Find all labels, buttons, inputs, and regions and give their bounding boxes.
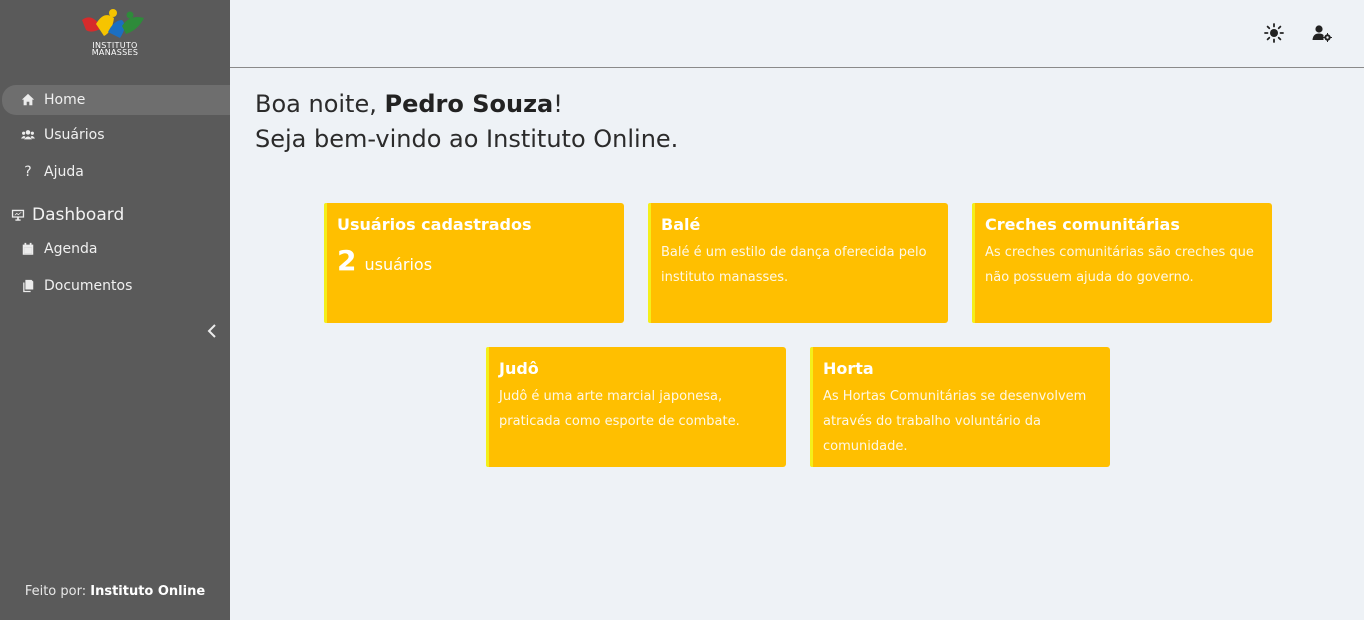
top-bar	[230, 0, 1364, 68]
card-registered-users[interactable]: Usuários cadastrados 2 usuários	[324, 203, 624, 323]
user-count-unit: usuários	[364, 255, 433, 274]
sidebar-item-documents[interactable]: Documentos	[2, 271, 230, 301]
documents-icon	[20, 278, 36, 294]
user-count-value: 2	[337, 244, 357, 277]
card-title: Creches comunitárias	[985, 215, 1180, 234]
card-daycare[interactable]: Creches comunitárias As creches comunitá…	[972, 203, 1272, 323]
welcome-line: Seja bem-vindo ao Instituto Online.	[255, 125, 679, 153]
sidebar: INSTITUTO MANASSES Home Usuários ? Ajuda…	[0, 0, 230, 620]
collapse-sidebar-button[interactable]	[202, 320, 222, 342]
sidebar-footer: Feito por: Instituto Online	[0, 584, 230, 599]
greeting-prefix: Boa noite,	[255, 90, 385, 118]
user-name: Pedro Souza	[384, 90, 554, 118]
sidebar-item-label: Ajuda	[44, 164, 84, 180]
sidebar-section-dashboard: Dashboard	[10, 205, 124, 225]
footer-brand[interactable]: Instituto Online	[90, 584, 205, 599]
section-label: Dashboard	[32, 205, 125, 225]
card-description: As Hortas Comunitárias se desenvolvem at…	[823, 389, 1087, 454]
theme-toggle-button[interactable]	[1263, 22, 1285, 44]
logo-figures-icon	[82, 9, 144, 38]
sun-icon	[1264, 23, 1284, 43]
greeting-suffix: !	[553, 90, 563, 118]
user-settings-button[interactable]	[1311, 22, 1333, 44]
greeting: Boa noite, Pedro Souza! Seja bem-vindo a…	[255, 87, 678, 157]
sidebar-item-help[interactable]: ? Ajuda	[2, 157, 230, 187]
question-icon: ?	[24, 164, 32, 180]
sidebar-item-label: Usuários	[44, 127, 105, 143]
sidebar-item-label: Agenda	[44, 241, 98, 257]
home-icon	[20, 92, 36, 108]
card-description: Balé é um estilo de dança oferecida pelo…	[661, 245, 927, 285]
institute-logo[interactable]: INSTITUTO MANASSES	[78, 6, 152, 58]
greeting-line: Boa noite, Pedro Souza!	[255, 87, 678, 122]
sidebar-item-label: Home	[44, 92, 86, 108]
card-title: Balé	[661, 215, 701, 234]
card-description: As creches comunitárias são creches que …	[985, 245, 1254, 285]
logo-line-2: MANASSES	[91, 48, 139, 57]
sidebar-item-users[interactable]: Usuários	[2, 120, 230, 150]
sidebar-item-home[interactable]: Home	[2, 85, 230, 115]
card-garden[interactable]: Horta As Hortas Comunitárias se desenvol…	[810, 347, 1110, 467]
card-title: Usuários cadastrados	[337, 215, 532, 234]
users-icon	[20, 127, 36, 143]
sidebar-item-label: Documentos	[44, 278, 133, 294]
card-ballet[interactable]: Balé Balé é um estilo de dança oferecida…	[648, 203, 948, 323]
footer-prefix: Feito por:	[24, 584, 87, 599]
card-description: Judô é uma arte marcial japonesa, pratic…	[499, 389, 740, 429]
card-judo[interactable]: Judô Judô é uma arte marcial japonesa, p…	[486, 347, 786, 467]
chevron-left-icon	[207, 324, 216, 338]
user-count: 2 usuários	[337, 244, 614, 277]
sidebar-item-agenda[interactable]: Agenda	[2, 234, 230, 264]
user-gear-icon	[1312, 25, 1332, 42]
card-title: Judô	[499, 359, 539, 378]
card-title: Horta	[823, 359, 874, 378]
dashboard-icon	[10, 207, 26, 223]
calendar-icon	[20, 241, 36, 257]
